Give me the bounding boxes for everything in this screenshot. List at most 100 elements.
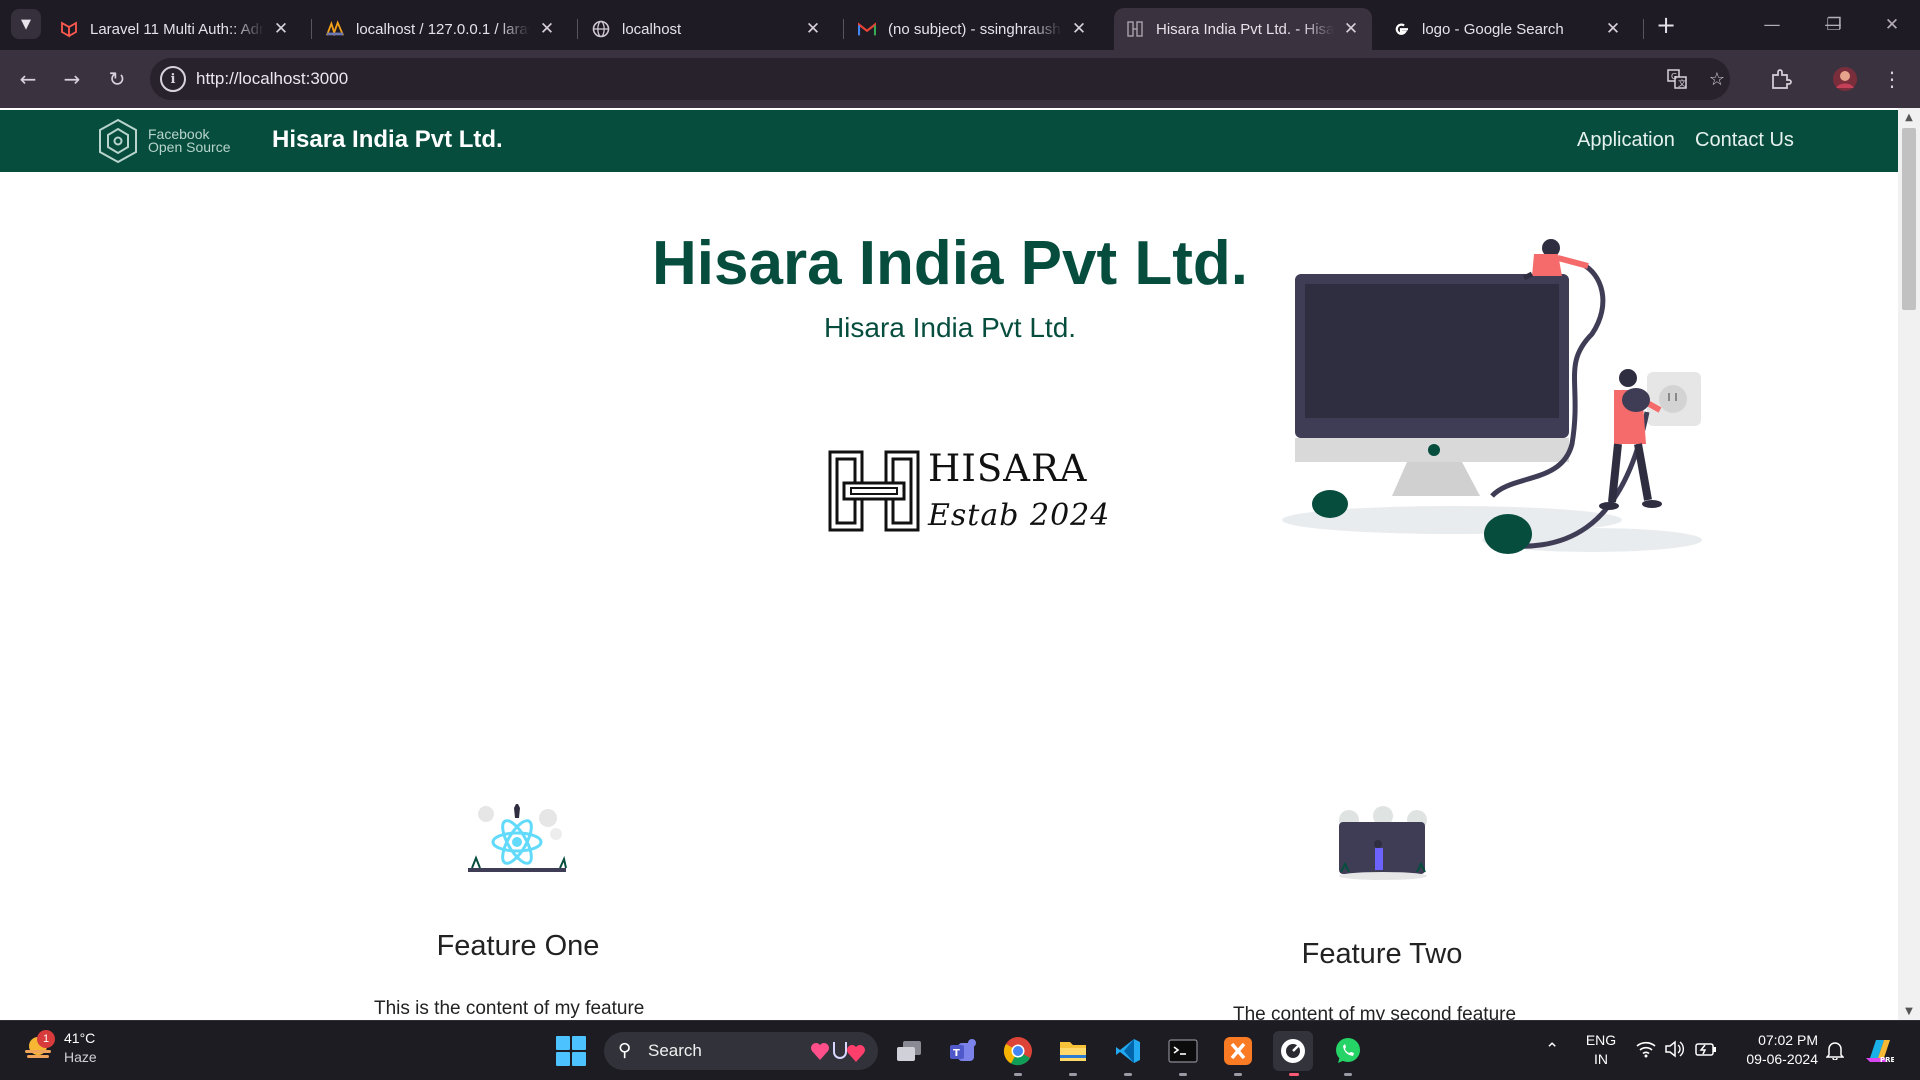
notification-bell-icon[interactable]	[1825, 1040, 1845, 1065]
tab-laravel-admin[interactable]: Laravel 11 Multi Auth:: Admin ✕	[48, 8, 302, 50]
site-navbar: Facebook Open Source Hisara India Pvt Lt…	[0, 110, 1898, 172]
forward-arrow-icon[interactable]: →	[56, 63, 88, 95]
weather-condition: Haze	[64, 1049, 97, 1065]
browser-menu-icon[interactable]: ⋮	[1876, 63, 1908, 95]
feature-one-text: This is the content of my feature	[374, 998, 645, 1019]
site-info-icon[interactable]: i	[160, 66, 186, 92]
weather-badge: 1	[37, 1030, 55, 1048]
terminal-icon[interactable]	[1163, 1031, 1203, 1071]
feature-one-react-illustration	[468, 804, 567, 872]
nav-link-contact-us[interactable]: Contact Us	[1695, 129, 1794, 152]
laravel-icon	[60, 20, 78, 38]
search-highlight-hearts-icon	[811, 1042, 865, 1062]
teams-icon[interactable]: T	[943, 1031, 983, 1071]
hisara-logo-mark	[828, 450, 920, 532]
running-indicator	[1344, 1073, 1352, 1076]
battery-charging-icon[interactable]	[1695, 1040, 1717, 1063]
svg-text:PRE: PRE	[1880, 1056, 1894, 1064]
window-close-icon[interactable]: ✕	[1877, 10, 1907, 40]
weather-temp: 41°C	[64, 1030, 96, 1046]
close-icon[interactable]: ✕	[1070, 19, 1088, 39]
browser-tab-strip: ▼ Laravel 11 Multi Auth:: Admin ✕ localh…	[0, 0, 1920, 50]
nav-link-application[interactable]: Application	[1577, 129, 1675, 152]
whatsapp-icon[interactable]	[1328, 1031, 1368, 1071]
task-view-icon[interactable]	[889, 1031, 929, 1071]
logo-wordmark: HISARA	[928, 447, 1088, 490]
tab-label: logo - Google Search	[1422, 20, 1564, 38]
page-scrollbar[interactable]: ▲ ▼	[1898, 108, 1920, 1020]
tab-search-chevron-icon[interactable]: ▼	[11, 9, 41, 39]
close-icon[interactable]: ✕	[1342, 19, 1360, 39]
language-line1: ENG	[1585, 1032, 1617, 1048]
extensions-puzzle-icon[interactable]	[1765, 63, 1797, 95]
bookmark-star-icon[interactable]: ☆	[1705, 67, 1729, 91]
clock[interactable]: 07:02 PM 09-06-2024	[1734, 1031, 1818, 1071]
tab-gmail[interactable]: (no subject) - ssinghraushan ✕	[846, 8, 1100, 50]
close-icon[interactable]: ✕	[538, 19, 556, 39]
feature-two-text: The content of my second feature	[1233, 1004, 1517, 1020]
vscode-icon[interactable]	[1108, 1031, 1148, 1071]
wifi-icon[interactable]	[1636, 1040, 1656, 1063]
hero-title: Hisara India Pvt Ltd.	[651, 229, 1249, 298]
taskbar-search[interactable]: ⚲ Search	[604, 1032, 878, 1070]
running-indicator	[1234, 1073, 1242, 1076]
close-icon[interactable]: ✕	[804, 19, 822, 39]
gmail-icon	[858, 20, 876, 38]
language-line2: IN	[1594, 1051, 1608, 1067]
close-icon[interactable]: ✕	[1604, 19, 1622, 39]
window-restore-icon[interactable]: ❐	[1819, 10, 1849, 40]
tab-divider	[843, 19, 844, 39]
tab-localhost[interactable]: localhost ✕	[580, 8, 834, 50]
url-text[interactable]: http://localhost:3000	[196, 69, 348, 89]
screen-recorder-icon[interactable]	[1273, 1031, 1313, 1071]
scroll-up-arrow-icon[interactable]: ▲	[1898, 108, 1920, 126]
hero-subtitle: Hisara India Pvt Ltd.	[823, 312, 1077, 343]
xampp-icon[interactable]	[1218, 1031, 1258, 1071]
facebook-open-source-logo[interactable]: Facebook Open Source	[98, 118, 231, 164]
feature-one-title: Feature One	[436, 930, 600, 962]
phpmyadmin-icon	[326, 20, 344, 38]
tab-divider	[1643, 19, 1644, 39]
chrome-icon[interactable]	[998, 1031, 1038, 1071]
site-icon	[1126, 20, 1144, 38]
tab-label: (no subject) - ssinghraushan	[888, 20, 1062, 38]
translate-icon[interactable]: G文	[1665, 67, 1689, 91]
running-indicator	[1014, 1073, 1022, 1076]
logo-tagline: Estab 2024	[928, 498, 1111, 533]
new-tab-plus-icon[interactable]: +	[1651, 10, 1681, 40]
language-indicator[interactable]: ENG IN	[1580, 1031, 1622, 1071]
search-label: Search	[648, 1041, 702, 1060]
close-icon[interactable]: ✕	[272, 19, 290, 39]
tab-label: Laravel 11 Multi Auth:: Admin	[90, 20, 264, 38]
show-hidden-icons-chevron-icon[interactable]: ⌃	[1545, 1040, 1559, 1060]
tab-phpmyadmin[interactable]: localhost / 127.0.0.1 / laravel ✕	[314, 8, 568, 50]
tab-google-search[interactable]: logo - Google Search ✕	[1380, 8, 1634, 50]
volume-icon[interactable]	[1664, 1040, 1684, 1063]
windows-start-icon[interactable]	[556, 1036, 586, 1066]
back-arrow-icon[interactable]: ←	[12, 63, 44, 95]
browser-toolbar: ← → ↻ i http://localhost:3000 G文 ☆ ⋮	[0, 50, 1920, 108]
weather-text: 41°C Haze	[64, 1029, 97, 1067]
active-indicator	[1289, 1073, 1299, 1076]
reload-icon[interactable]: ↻	[101, 63, 133, 95]
weather-widget[interactable]: 1 41°C Haze	[22, 1029, 97, 1067]
file-explorer-icon[interactable]	[1053, 1031, 1093, 1071]
feature-two-title: Feature Two	[1301, 938, 1463, 970]
scrollbar-thumb[interactable]	[1902, 128, 1916, 310]
window-minimize-icon[interactable]: —	[1757, 10, 1787, 40]
globe-icon	[592, 20, 610, 38]
tab-divider	[311, 19, 312, 39]
tab-hisara-active[interactable]: Hisara India Pvt Ltd. - Hisara ✕	[1114, 8, 1372, 50]
windows-taskbar: 1 41°C Haze ⚲ Search T ⌃ ENG IN 07:02 PM…	[0, 1020, 1920, 1080]
page-viewport: Facebook Open Source Hisara India Pvt Lt…	[0, 108, 1920, 1020]
svg-text:文: 文	[1678, 78, 1686, 88]
scroll-down-arrow-icon[interactable]: ▼	[1898, 1002, 1920, 1020]
navbar-brand[interactable]: Hisara India Pvt Ltd.	[272, 126, 503, 154]
feature-two-wall-illustration	[1339, 806, 1427, 880]
weather-haze-icon: 1	[22, 1030, 55, 1064]
running-indicator	[1069, 1073, 1077, 1076]
address-bar[interactable]: i http://localhost:3000 G文 ☆	[150, 58, 1730, 100]
copilot-icon[interactable]: PRE	[1864, 1036, 1896, 1069]
hexagon-logo-icon	[99, 118, 137, 164]
profile-avatar[interactable]	[1829, 63, 1861, 95]
